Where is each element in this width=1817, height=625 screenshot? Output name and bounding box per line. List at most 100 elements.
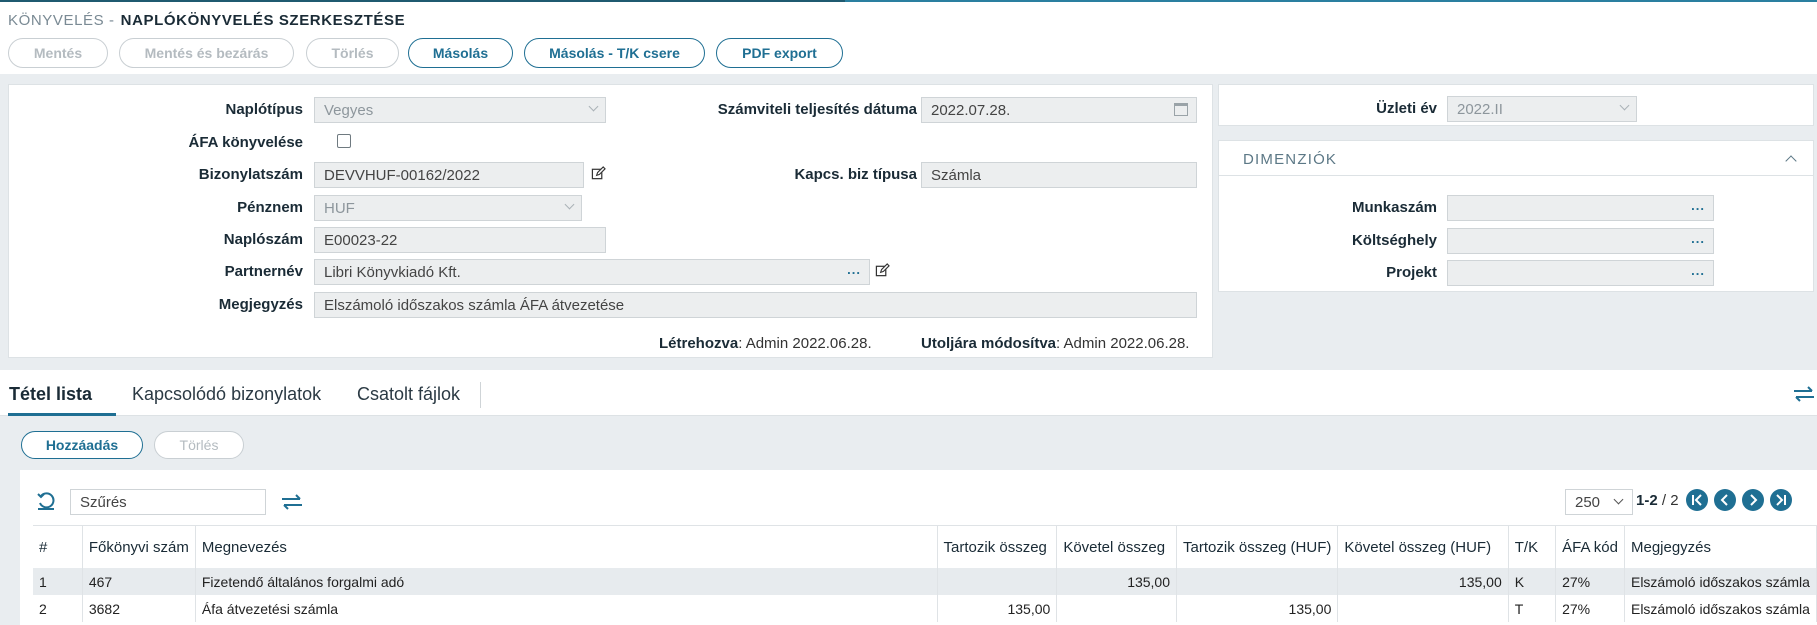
save-button[interactable]: Mentés — [8, 38, 108, 68]
column-header[interactable]: Főkönyvi szám — [82, 526, 196, 568]
note-field[interactable]: Elszámoló időszakos számla ÁFA átvezetés… — [314, 292, 1197, 318]
chevron-down-icon — [564, 199, 575, 210]
dimensions-title: DIMENZIÓK — [1243, 151, 1338, 168]
related-doc-type-field[interactable]: Számla — [921, 162, 1197, 188]
column-header[interactable]: T/K — [1508, 526, 1557, 568]
column-header[interactable]: ÁFA kód — [1555, 526, 1625, 568]
column-header[interactable]: Tartozik összeg (HUF) — [1176, 526, 1339, 568]
table-cell: 135,00 — [1176, 595, 1339, 622]
page-size-select[interactable]: 250 — [1565, 489, 1633, 515]
table-cell: 135,00 — [1337, 568, 1509, 595]
copy-button[interactable]: Másolás — [408, 38, 513, 68]
prev-page-button[interactable] — [1714, 489, 1736, 511]
more-icon[interactable]: ... — [1691, 231, 1705, 246]
fiscal-year-panel: Üzleti év 2022.II — [1218, 84, 1814, 126]
column-header[interactable]: # — [33, 526, 83, 568]
fiscal-year-value: 2022.II — [1457, 101, 1503, 118]
column-header[interactable]: Követel összeg (HUF) — [1337, 526, 1509, 568]
column-header[interactable]: Követel összeg — [1056, 526, 1178, 568]
related-doc-type-label: Kapcs. biz típusa — [794, 166, 917, 183]
table-row[interactable]: 1 467 Fizetendő általános forgalmi adó 1… — [33, 568, 1817, 595]
currency-label: Pénznem — [237, 199, 303, 216]
page-title: KÖNYVELÉS - NAPLÓKÖNYVELÉS SZERKESZTÉSE — [8, 12, 405, 29]
column-header[interactable]: Megnevezés — [195, 526, 938, 568]
first-page-button[interactable] — [1686, 489, 1708, 511]
swap-icon[interactable] — [280, 493, 304, 511]
edit-icon[interactable] — [875, 263, 890, 278]
swap-icon[interactable] — [1792, 385, 1816, 403]
column-header[interactable]: Megjegyzés — [1624, 526, 1817, 568]
journal-lines-table: # Főkönyvi szám Megnevezés Tartozik össz… — [33, 526, 1817, 622]
fiscal-year-label: Üzleti év — [1376, 100, 1437, 117]
journal-type-label: Naplótípus — [225, 101, 304, 118]
tab-separator — [480, 382, 481, 408]
chevron-down-icon — [1613, 494, 1624, 505]
table-cell: K — [1508, 568, 1557, 595]
modified-info: Utoljára módosítva: Admin 2022.06.28. — [921, 335, 1189, 352]
table-cell: Áfa átvezetési számla — [195, 595, 938, 622]
currency-value: HUF — [324, 200, 355, 217]
edit-icon[interactable] — [591, 166, 606, 181]
table-cell: 467 — [82, 568, 196, 595]
filter-input[interactable]: Szűrés — [70, 489, 266, 515]
modified-value: : Admin 2022.06.28. — [1056, 335, 1190, 352]
page-size-value: 250 — [1575, 494, 1601, 511]
table-cell: 3682 — [82, 595, 196, 622]
more-icon[interactable]: ... — [1691, 263, 1705, 278]
cost-center-field[interactable]: ... — [1447, 228, 1714, 254]
project-field[interactable]: ... — [1447, 260, 1714, 286]
more-icon[interactable]: ... — [847, 262, 861, 277]
currency-select[interactable]: HUF — [314, 195, 582, 221]
vat-booking-checkbox[interactable] — [337, 134, 351, 148]
last-page-icon — [1776, 494, 1786, 506]
table-cell: 135,00 — [937, 595, 1058, 622]
tab-item-list[interactable]: Tétel lista — [9, 384, 92, 405]
next-page-button[interactable] — [1742, 489, 1764, 511]
cost-center-label: Költséghely — [1351, 232, 1437, 249]
table-cell: T — [1508, 595, 1557, 622]
vat-booking-label: ÁFA könyvelése — [188, 134, 304, 151]
more-icon[interactable]: ... — [1691, 198, 1705, 213]
delete-button[interactable]: Törlés — [306, 38, 399, 68]
table-cell: Fizetendő általános forgalmi adó — [195, 568, 938, 595]
journal-type-select[interactable]: Vegyes — [314, 97, 606, 123]
table-cell: 27% — [1555, 595, 1625, 622]
job-number-field[interactable]: ... — [1447, 195, 1714, 221]
table-cell: 27% — [1555, 568, 1625, 595]
table-cell: Elszámoló időszakos számla — [1624, 595, 1817, 622]
journal-number-label: Naplószám — [223, 231, 303, 248]
calendar-icon[interactable] — [1174, 103, 1188, 116]
table-cell: 1 — [33, 568, 83, 595]
tab-related-documents[interactable]: Kapcsolódó bizonylatok — [132, 384, 321, 405]
partner-field[interactable]: Libri Könyvkiadó Kft. ... — [314, 259, 870, 285]
pdf-export-button[interactable]: PDF export — [716, 38, 843, 68]
active-tab-indicator — [8, 413, 116, 416]
first-page-icon — [1692, 494, 1702, 506]
last-page-button[interactable] — [1770, 489, 1792, 511]
created-label: Létrehozva — [659, 335, 739, 352]
accounting-date-field[interactable]: 2022.07.28. — [921, 97, 1197, 123]
table-cell — [1176, 568, 1339, 595]
page-header: KÖNYVELÉS - NAPLÓKÖNYVELÉS SZERKESZTÉSE M… — [0, 2, 1817, 74]
page-total: / 2 — [1657, 492, 1679, 509]
doc-number-label: Bizonylatszám — [198, 166, 303, 183]
page-title-text: NAPLÓKÖNYVELÉS SZERKESZTÉSE — [120, 12, 406, 29]
fiscal-year-select[interactable]: 2022.II — [1447, 96, 1637, 122]
delete-row-button[interactable]: Törlés — [154, 431, 244, 459]
add-row-button[interactable]: Hozzáadás — [21, 431, 143, 459]
journal-number-field[interactable]: E00023-22 — [314, 227, 606, 253]
doc-number-field[interactable]: DEVVHUF-00162/2022 — [314, 162, 584, 188]
column-header[interactable]: Tartozik összeg — [937, 526, 1058, 568]
table-row[interactable]: 2 3682 Áfa átvezetési számla 135,00 135,… — [33, 595, 1817, 622]
tab-attached-files[interactable]: Csatolt fájlok — [357, 384, 460, 405]
breadcrumb[interactable]: KÖNYVELÉS - — [8, 12, 115, 29]
reset-icon[interactable] — [35, 490, 57, 512]
chevron-right-icon — [1750, 494, 1758, 506]
save-and-close-button[interactable]: Mentés és bezárás — [119, 38, 294, 68]
modified-label: Utoljára módosítva — [921, 335, 1057, 352]
table-cell — [1056, 595, 1178, 622]
note-label: Megjegyzés — [218, 296, 303, 313]
table-cell — [937, 568, 1058, 595]
chevron-up-icon[interactable] — [1785, 155, 1797, 167]
copy-swap-button[interactable]: Másolás - T/K csere — [524, 38, 705, 68]
